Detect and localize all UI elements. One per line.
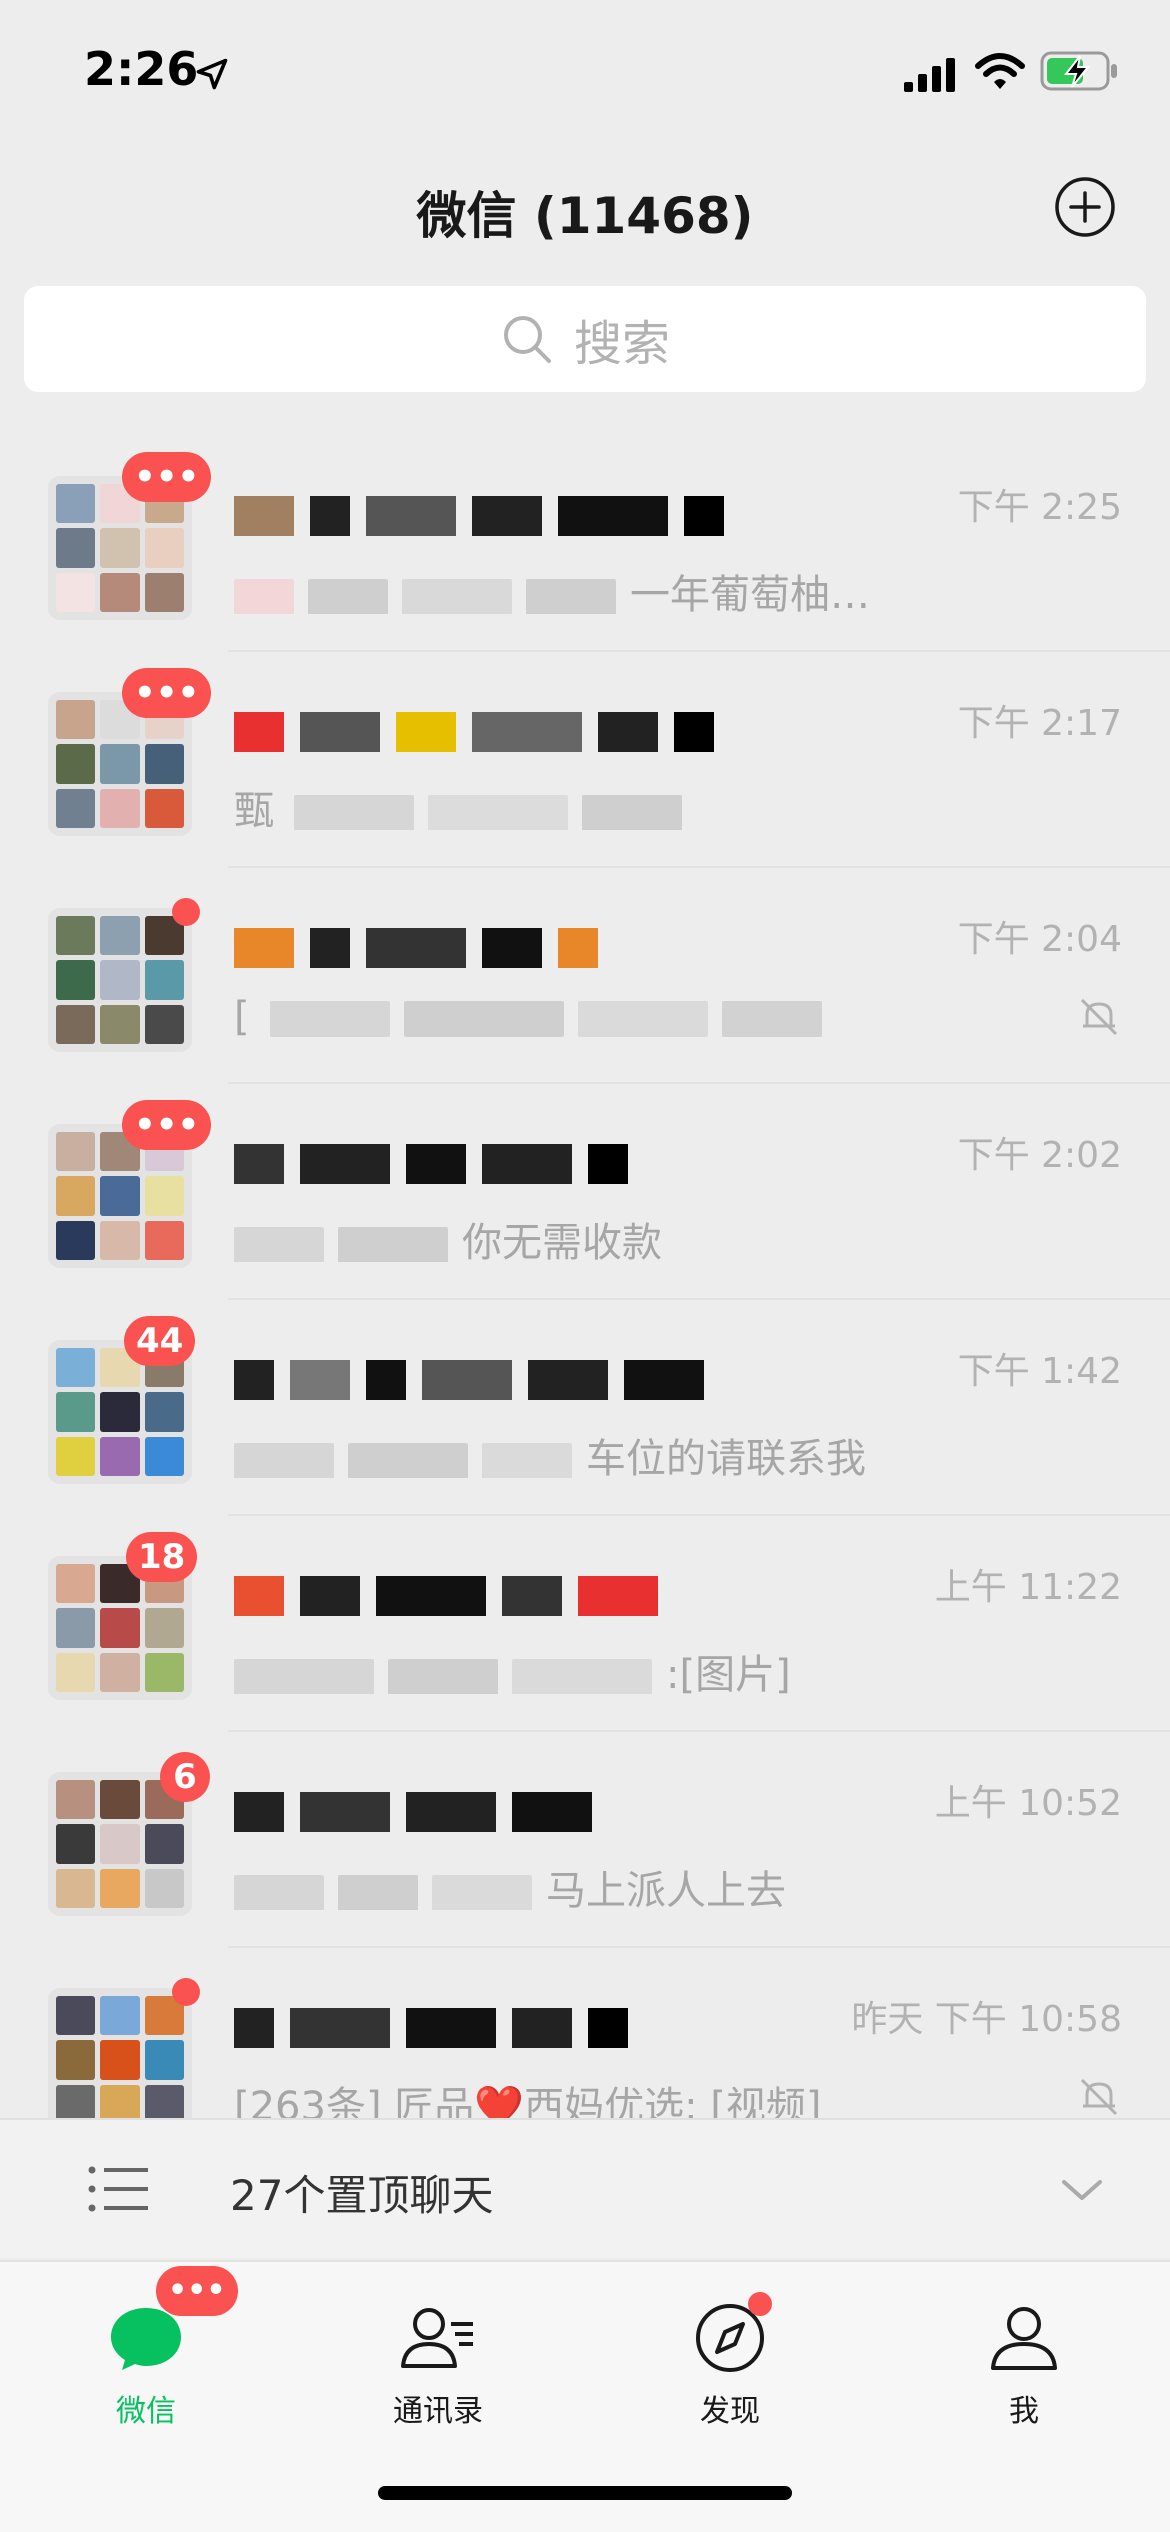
chat-item[interactable]: [263条] 匠品❤️西妈优选: [视频] 昨天 下午 10:58 — [0, 1948, 1170, 2118]
battery-charging-icon — [1040, 51, 1117, 91]
unread-badge: 6 — [160, 1752, 210, 1802]
home-indicator — [378, 2486, 792, 2500]
unread-badge: ••• — [122, 668, 212, 718]
chat-name-redacted — [234, 1138, 834, 1192]
tab-badge: ••• — [156, 2266, 238, 2316]
chat-time: 上午 10:52 — [934, 1783, 1122, 1824]
chat-name-redacted — [234, 1786, 834, 1840]
status-time: 2:26 — [84, 42, 199, 96]
chat-preview: 马上派人上去 — [234, 1858, 1094, 1910]
search-icon — [503, 316, 551, 363]
contacts-icon — [401, 2308, 473, 2368]
chat-time: 下午 1:42 — [957, 1351, 1122, 1392]
status-bar: 2:26 — [0, 0, 1170, 150]
page-title: 微信 (11468) — [416, 187, 754, 245]
chat-item[interactable]: 6 马上派人上去 上午 10:52 — [0, 1732, 1170, 1948]
unread-badge: 44 — [124, 1316, 196, 1366]
tab-chats[interactable]: 微信 — [46, 2302, 246, 2442]
person-icon — [991, 2307, 1057, 2370]
add-button[interactable] — [1054, 176, 1116, 238]
chat-name-redacted — [234, 2002, 834, 2056]
tab-label: 我 — [1009, 2394, 1039, 2429]
wifi-icon — [975, 53, 1025, 89]
pinned-chats-label: 27个置顶聊天 — [230, 2171, 494, 2220]
chevron-down-icon[interactable] — [1060, 2170, 1104, 2210]
mute-bell-icon — [1080, 2078, 1118, 2116]
cellular-signal-icon — [904, 58, 955, 92]
chat-name-redacted — [234, 490, 834, 544]
chat-item[interactable]: 18 :[图片] 上午 11:22 — [0, 1516, 1170, 1732]
chat-name-redacted — [234, 922, 834, 976]
chat-preview: 你无需收款 — [234, 1210, 1094, 1262]
mute-bell-icon — [1080, 998, 1118, 1036]
chat-item[interactable]: ••• 甄 下午 2:17 — [0, 652, 1170, 868]
chat-preview: 一年葡萄柚… — [234, 562, 1094, 614]
tab-discover[interactable]: 发现 — [630, 2302, 830, 2442]
chat-time: 下午 2:17 — [957, 703, 1122, 744]
unread-badge: 18 — [126, 1532, 198, 1582]
chat-preview: [263条] 匠品❤️西妈优选: [视频] — [234, 2084, 822, 2118]
chat-time: 下午 2:02 — [957, 1135, 1122, 1176]
unread-badge: ••• — [122, 452, 212, 502]
search-placeholder: 搜索 — [573, 316, 670, 372]
unread-dot — [172, 898, 200, 926]
chat-list: ••• 一年葡萄柚… 下午 2:25 ••• 甄 下午 2:17 [下午 2:… — [0, 436, 1170, 2118]
chat-name-redacted — [234, 1570, 834, 1624]
tab-label: 通讯录 — [393, 2394, 483, 2429]
chat-time: 昨天 下午 10:58 — [851, 1999, 1122, 2040]
chat-name-redacted — [234, 1354, 834, 1408]
unread-badge: ••• — [122, 1100, 212, 1150]
tab-badge-dot — [748, 2292, 772, 2316]
pinned-chats-bar[interactable]: 27个置顶聊天 — [0, 2118, 1170, 2258]
chat-time: 上午 11:22 — [934, 1567, 1122, 1608]
chat-preview: :[图片] — [234, 1642, 1094, 1694]
chat-preview: [ — [234, 994, 1034, 1046]
group-avatar — [48, 908, 192, 1052]
tab-label: 发现 — [700, 2394, 760, 2429]
tab-me[interactable]: 我 — [924, 2302, 1124, 2442]
chat-name-redacted — [234, 706, 834, 760]
unread-dot — [172, 1978, 200, 2006]
tab-contacts[interactable]: 通讯录 — [338, 2302, 538, 2442]
chat-item[interactable]: ••• 一年葡萄柚… 下午 2:25 — [0, 436, 1170, 652]
group-avatar — [48, 1988, 192, 2118]
list-icon — [88, 2166, 148, 2212]
chat-time: 下午 2:25 — [957, 487, 1122, 528]
tab-label: 微信 — [116, 2394, 176, 2429]
location-arrow-icon — [196, 58, 228, 90]
chat-time: 下午 2:04 — [957, 919, 1122, 960]
chat-preview: 车位的请联系我 — [234, 1426, 1094, 1478]
search-bar[interactable]: 搜索 — [24, 286, 1146, 392]
chat-item[interactable]: [ 下午 2:04 — [0, 868, 1170, 1084]
chat-preview: 甄 — [234, 778, 1094, 830]
chat-item[interactable]: 44 车位的请联系我 下午 1:42 — [0, 1300, 1170, 1516]
chat-item[interactable]: ••• 你无需收款 下午 2:02 — [0, 1084, 1170, 1300]
